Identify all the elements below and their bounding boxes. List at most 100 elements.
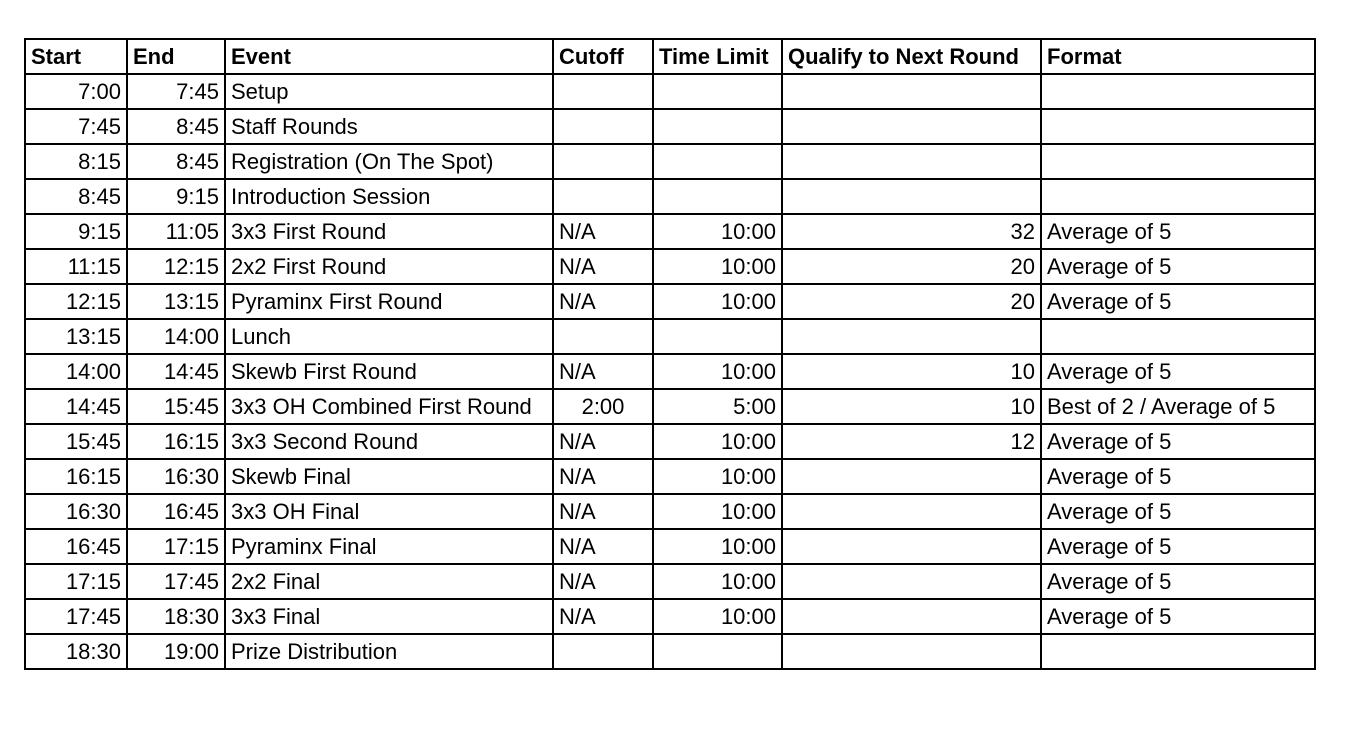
cell-end: 17:15 xyxy=(126,528,226,565)
cell-qualify: 32 xyxy=(781,213,1042,250)
schedule-table: Start End Event Cutoff Time Limit Qualif… xyxy=(24,38,1316,670)
cell-end: 16:45 xyxy=(126,493,226,530)
cell-qualify xyxy=(781,143,1042,180)
cell-start: 8:45 xyxy=(24,178,128,215)
cell-format xyxy=(1040,178,1316,215)
cell-format: Average of 5 xyxy=(1040,598,1316,635)
cell-qualify xyxy=(781,563,1042,600)
cell-qualify: 10 xyxy=(781,353,1042,390)
table-row: 12:15 13:15 Pyraminx First Round N/A 10:00 20… xyxy=(24,283,1316,320)
cell-cutoff: N/A xyxy=(552,423,654,460)
cell-time-limit: 10:00 xyxy=(652,563,783,600)
table-row: 8:15 8:45 Registration (On The Spot) xyxy=(24,143,1316,180)
cell-format: Average of 5 xyxy=(1040,458,1316,495)
header-format: Format xyxy=(1040,38,1316,75)
table-row: 14:45 15:45 3x3 OH Combined First Round 2:0… xyxy=(24,388,1316,425)
header-cutoff: Cutoff xyxy=(552,38,654,75)
table-row: 17:15 17:45 2x2 Final N/A 10:00 Average of 5 xyxy=(24,563,1316,600)
cell-start: 16:45 xyxy=(24,528,128,565)
cell-end: 16:30 xyxy=(126,458,226,495)
cell-time-limit: 10:00 xyxy=(652,248,783,285)
cell-start: 16:30 xyxy=(24,493,128,530)
table-row: 13:15 14:00 Lunch xyxy=(24,318,1316,355)
cell-format xyxy=(1040,108,1316,145)
header-qualify: Qualify to Next Round xyxy=(781,38,1042,75)
cell-start: 8:15 xyxy=(24,143,128,180)
cell-start: 14:45 xyxy=(24,388,128,425)
cell-qualify: 10 xyxy=(781,388,1042,425)
cell-event: 3x3 Final xyxy=(224,598,554,635)
table-row: 8:45 9:15 Introduction Session xyxy=(24,178,1316,215)
table-row: 11:15 12:15 2x2 First Round N/A 10:00 20 Avera… xyxy=(24,248,1316,285)
cell-end: 13:15 xyxy=(126,283,226,320)
cell-start: 18:30 xyxy=(24,633,128,670)
table-row: 17:45 18:30 3x3 Final N/A 10:00 Average of 5 xyxy=(24,598,1316,635)
cell-qualify xyxy=(781,493,1042,530)
cell-format: Average of 5 xyxy=(1040,423,1316,460)
cell-cutoff: N/A xyxy=(552,353,654,390)
header-row: Start End Event Cutoff Time Limit Qualif… xyxy=(24,38,1316,75)
cell-cutoff xyxy=(552,73,654,110)
cell-qualify xyxy=(781,598,1042,635)
cell-event: Pyraminx First Round xyxy=(224,283,554,320)
cell-time-limit xyxy=(652,143,783,180)
cell-cutoff xyxy=(552,633,654,670)
cell-end: 11:05 xyxy=(126,213,226,250)
cell-qualify xyxy=(781,318,1042,355)
cell-start: 17:45 xyxy=(24,598,128,635)
cell-qualify xyxy=(781,528,1042,565)
cell-qualify: 12 xyxy=(781,423,1042,460)
cell-start: 16:15 xyxy=(24,458,128,495)
cell-event: 2x2 Final xyxy=(224,563,554,600)
cell-end: 8:45 xyxy=(126,108,226,145)
cell-time-limit: 10:00 xyxy=(652,493,783,530)
cell-format xyxy=(1040,143,1316,180)
cell-end: 9:15 xyxy=(126,178,226,215)
header-time-limit: Time Limit xyxy=(652,38,783,75)
cell-format: Average of 5 xyxy=(1040,493,1316,530)
table-row: 16:30 16:45 3x3 OH Final N/A 10:00 Average of… xyxy=(24,493,1316,530)
table-row: 15:45 16:15 3x3 Second Round N/A 10:00 12 Aver… xyxy=(24,423,1316,460)
table-row: 16:15 16:30 Skewb Final N/A 10:00 Average of … xyxy=(24,458,1316,495)
cell-time-limit: 10:00 xyxy=(652,213,783,250)
cell-format xyxy=(1040,318,1316,355)
cell-format: Average of 5 xyxy=(1040,283,1316,320)
cell-format xyxy=(1040,73,1316,110)
cell-qualify xyxy=(781,73,1042,110)
cell-start: 13:15 xyxy=(24,318,128,355)
cell-cutoff: N/A xyxy=(552,248,654,285)
cell-time-limit: 5:00 xyxy=(652,388,783,425)
cell-cutoff: N/A xyxy=(552,283,654,320)
cell-end: 12:15 xyxy=(126,248,226,285)
cell-event: Introduction Session xyxy=(224,178,554,215)
cell-time-limit xyxy=(652,633,783,670)
cell-cutoff: N/A xyxy=(552,213,654,250)
cell-end: 14:45 xyxy=(126,353,226,390)
cell-qualify: 20 xyxy=(781,283,1042,320)
cell-time-limit: 10:00 xyxy=(652,598,783,635)
header-event: Event xyxy=(224,38,554,75)
cell-event: 3x3 Second Round xyxy=(224,423,554,460)
cell-format: Average of 5 xyxy=(1040,353,1316,390)
header-end: End xyxy=(126,38,226,75)
table-row: 9:15 11:05 3x3 First Round N/A 10:00 32 Averag… xyxy=(24,213,1316,250)
schedule-body: 7:00 7:45 Setup 7:45 8:45 Staff Rounds 8:15 8:4… xyxy=(24,73,1316,670)
cell-cutoff: N/A xyxy=(552,598,654,635)
cell-cutoff xyxy=(552,178,654,215)
cell-event: Pyraminx Final xyxy=(224,528,554,565)
cell-end: 14:00 xyxy=(126,318,226,355)
cell-event: 3x3 First Round xyxy=(224,213,554,250)
cell-qualify xyxy=(781,178,1042,215)
cell-event: Registration (On The Spot) xyxy=(224,143,554,180)
cell-start: 7:00 xyxy=(24,73,128,110)
cell-qualify xyxy=(781,458,1042,495)
cell-qualify: 20 xyxy=(781,248,1042,285)
cell-time-limit: 10:00 xyxy=(652,353,783,390)
cell-event: 3x3 OH Final xyxy=(224,493,554,530)
cell-time-limit xyxy=(652,73,783,110)
cell-end: 17:45 xyxy=(126,563,226,600)
cell-event: Lunch xyxy=(224,318,554,355)
cell-start: 11:15 xyxy=(24,248,128,285)
cell-qualify xyxy=(781,108,1042,145)
cell-start: 14:00 xyxy=(24,353,128,390)
